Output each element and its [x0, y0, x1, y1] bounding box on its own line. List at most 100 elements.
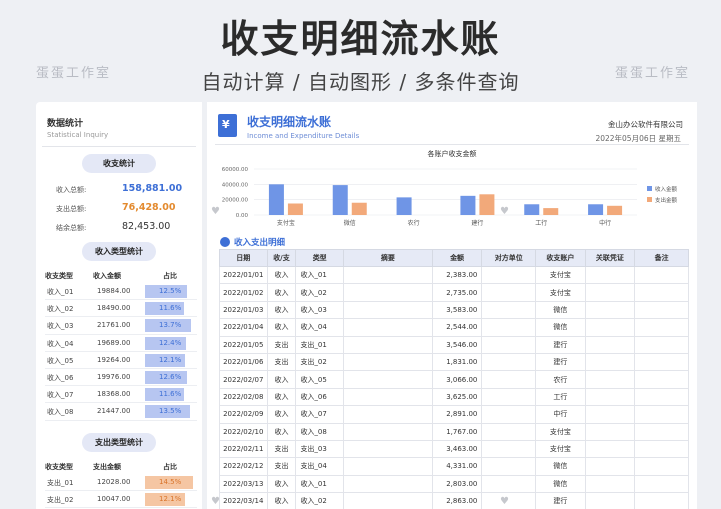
table-cell: 4,331.00 [431, 457, 483, 476]
table-cell: 农行 [535, 370, 586, 389]
expense-type-table: 收支类型 支出金额 占比 支出_01 12028.00 14.5% 支出_02 10047.0… [45, 458, 197, 509]
table-cell: 支出 [266, 352, 297, 372]
table-cell [342, 422, 433, 441]
table-cell [481, 370, 537, 389]
table-cell [584, 422, 636, 441]
table-cell: 支出 [266, 335, 297, 354]
type-cell: 收入_01 [47, 288, 74, 296]
table-row[interactable]: 2022/01/03 收入 收入_03 3,583.00 微信 [219, 300, 689, 320]
column-header: 收支类型 [45, 463, 73, 471]
column-header: 备注 [634, 249, 689, 267]
table-row[interactable]: 2022/02/08 收入 收入_06 3,625.00 工行 [219, 387, 689, 407]
table-cell: 收入_06 [295, 387, 344, 407]
table-row[interactable]: 2022/03/13 收入 收入_01 2,803.00 微信 [219, 474, 689, 494]
table-cell: 中行 [535, 405, 586, 424]
summary-label: 结余总额: [56, 224, 87, 232]
table-cell: 建行 [535, 492, 586, 509]
table-cell: 2022/01/05 [219, 335, 268, 354]
table-cell: 2022/01/01 [219, 265, 268, 285]
ratio-label: 13.5% [159, 407, 182, 416]
x-tick-label: 中行 [599, 219, 611, 227]
table-cell [584, 300, 636, 320]
table-cell: 收入 [266, 474, 297, 494]
table-cell [584, 439, 636, 459]
table-cell: 1,767.00 [431, 422, 483, 441]
chart-title: 各账户收支金额 [428, 149, 477, 158]
table-header-row: 收支类型 支出金额 占比 [45, 458, 197, 474]
table-row[interactable]: 2022/02/12 支出 支出_04 4,331.00 微信 [219, 457, 689, 476]
ratio-label: 11.6% [159, 390, 182, 399]
table-cell: 收入_05 [295, 370, 344, 389]
ratio-label: 14.5% [159, 478, 182, 486]
table-cell [342, 335, 433, 354]
bar-income [396, 197, 412, 215]
table-cell: 支付宝 [535, 283, 586, 302]
table-cell: 2,383.00 [431, 265, 483, 285]
heart-icon: ♥ [211, 496, 220, 507]
amount-cell: 12028.00 [97, 478, 131, 486]
table-cell: 2022/02/09 [219, 405, 268, 424]
table-cell: 2022/02/07 [219, 370, 268, 389]
table-cell [634, 492, 689, 509]
table-cell [342, 457, 433, 476]
table-row[interactable]: 2022/01/05 支出 支出_01 3,546.00 建行 [219, 335, 689, 354]
type-cell: 收入_02 [47, 305, 74, 314]
table-cell: 2,803.00 [431, 474, 483, 494]
table-row: 收入_07 18368.00 11.6% [45, 386, 197, 404]
detail-table: 日期 收/支 类型 摘要 金额 对方单位 收支账户 关联凭证 备注 2022/01/01 收入 收入… [219, 249, 689, 509]
y-tick-label: 0.00 [236, 213, 249, 219]
table-cell: 微信 [535, 474, 586, 494]
table-cell: 收入_02 [295, 283, 344, 302]
table-cell: 2,544.00 [431, 318, 483, 337]
type-cell: 收入_04 [47, 339, 74, 348]
details-subtitle: Income and Expenditure Details [247, 132, 360, 140]
table-cell: 3,583.00 [431, 300, 483, 320]
ratio-label: 12.5% [159, 287, 182, 295]
table-row[interactable]: 2022/01/02 收入 收入_02 2,735.00 支付宝 [219, 283, 689, 302]
income-pill: 收入类型统计 [82, 242, 156, 261]
column-header: 收/支 [266, 249, 297, 267]
section-icon [220, 237, 230, 247]
legend-label: 支出金额 [655, 196, 678, 204]
account-bar-chart: 各账户收支金额 0.00 20000.00 40000.00 60000.00 支付宝 微信… [222, 149, 678, 227]
table-cell [634, 422, 689, 441]
table-cell [481, 335, 537, 354]
table-row[interactable]: 2022/02/09 收入 收入_07 2,891.00 中行 [219, 405, 689, 424]
bar-income [588, 204, 604, 215]
table-row[interactable]: 2022/01/04 收入 收入_04 2,544.00 微信 [219, 318, 689, 337]
bar-income [332, 185, 348, 215]
table-cell: 2022/01/03 [219, 300, 268, 320]
table-row[interactable]: 2022/01/01 收入 收入_01 2,383.00 支付宝 [219, 265, 689, 285]
table-cell [634, 474, 689, 494]
table-cell [634, 283, 689, 302]
table-row[interactable]: 2022/01/06 支出 支出_02 1,831.00 建行 [219, 352, 689, 372]
table-row[interactable]: 2022/02/10 收入 收入_08 1,767.00 支付宝 [219, 422, 689, 441]
details-panel: ¥ 收支明细流水账 Income and Expenditure Details… [207, 102, 697, 509]
table-cell: 工行 [535, 387, 586, 407]
table-row[interactable]: 2022/03/14 收入 收入_02 2,863.00 建行 [219, 492, 689, 509]
table-row[interactable]: 2022/02/11 支出 支出_03 3,463.00 支付宝 [219, 439, 689, 459]
table-cell: 3,463.00 [431, 439, 483, 459]
table-cell [584, 265, 636, 285]
wallet-icon: ¥ [218, 114, 237, 137]
type-cell: 收入_07 [47, 391, 74, 400]
column-header: 收支类型 [45, 272, 73, 280]
table-cell [584, 283, 636, 302]
table-row[interactable]: 2022/02/07 收入 收入_05 3,066.00 农行 [219, 370, 689, 389]
table-cell: 支出_01 [295, 335, 344, 354]
type-cell: 收入_05 [47, 356, 74, 365]
table-cell: 3,066.00 [431, 370, 483, 389]
expense-pill: 支出类型统计 [82, 433, 156, 452]
amount-cell: 10047.00 [97, 495, 131, 504]
table-cell: 收入_04 [295, 318, 344, 337]
bar-income [524, 204, 540, 215]
bar-expense [607, 205, 623, 215]
stats-title: 数据统计 [47, 119, 84, 129]
summary-label: 收入总额: [56, 186, 87, 194]
watermark: 蛋蛋工作室 [615, 66, 691, 81]
page: 收支明细流水账 自动计算 / 自动图形 / 多条件查询 蛋蛋工作室 蛋蛋工作室 … [0, 0, 721, 509]
y-tick-label: 60000.00 [222, 167, 249, 173]
amount-cell: 21447.00 [97, 407, 131, 416]
amount-cell: 19264.00 [97, 355, 131, 364]
legend-swatch [647, 197, 652, 202]
